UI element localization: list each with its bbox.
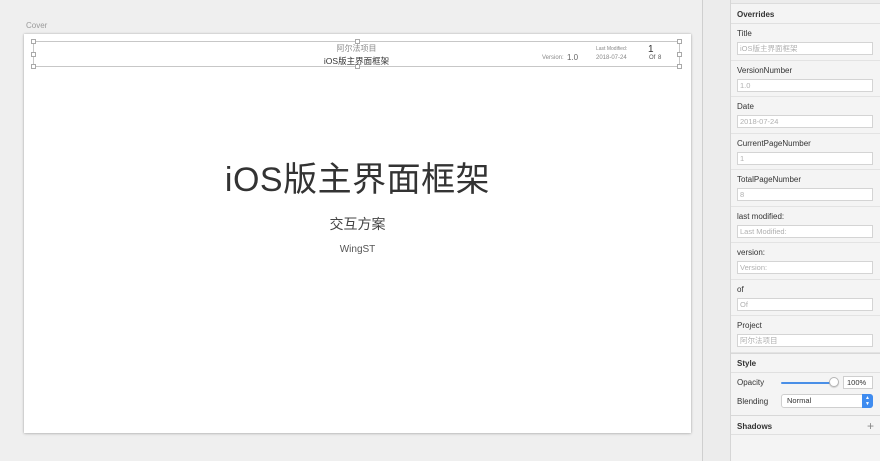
override-input[interactable]: Last Modified: (737, 224, 873, 238)
override-input[interactable]: Of (737, 297, 873, 311)
artboard-label[interactable]: Cover (26, 21, 47, 30)
document-subtitle: 交互方案 (329, 216, 386, 232)
header-version-value: 1.0 (567, 53, 579, 62)
header-version-label: Version: (542, 55, 564, 61)
chevron-updown-icon[interactable]: ▲ ▼ (862, 393, 873, 408)
overrides-header: Overrides (731, 4, 880, 24)
opacity-slider-knob[interactable] (829, 376, 839, 387)
override-item: Project 阿尔法项目 (731, 316, 880, 353)
opacity-slider-track[interactable] (781, 381, 835, 384)
override-label: version: (737, 248, 766, 257)
header-page-number: 1 (648, 44, 654, 55)
header-date: 2018-07-24 (596, 55, 627, 61)
override-item: of Of (731, 280, 880, 316)
blending-value: Normal (787, 395, 812, 405)
override-label: of (737, 284, 744, 294)
override-item: TotalPageNumber 8 (731, 170, 880, 207)
override-input[interactable]: 阿尔法项目 (737, 334, 873, 347)
override-label: Date (737, 102, 754, 111)
override-input[interactable]: 2018-07-24 (737, 115, 873, 128)
override-item: Title iOS版主界面框架 (731, 24, 880, 61)
inspector-panel: Overrides Title iOS版主界面框架 VersionNumber 1.0… (731, 0, 880, 461)
artboard-cover[interactable]: 阿尔法项目 iOS版主界面框架 Version: 1.0 Last Modifi… (24, 34, 691, 433)
override-label: Project (737, 321, 762, 330)
plus-icon[interactable]: + (867, 419, 874, 433)
override-input[interactable]: Version: (737, 261, 873, 274)
header-symbol[interactable]: 阿尔法项目 iOS版主界面框架 Version: 1.0 Last Modifi… (31, 39, 682, 69)
override-input[interactable]: 1 (737, 151, 873, 165)
override-item: version: Version: (731, 243, 880, 280)
override-label: last modified: (737, 211, 785, 221)
blending-row: Blending Normal ▲ ▼ (731, 392, 880, 411)
opacity-label: Opacity (737, 377, 765, 387)
opacity-input[interactable]: 100% (843, 375, 873, 389)
shadows-header: Shadows + (731, 414, 880, 435)
override-item: Date 2018-07-24 (731, 97, 880, 134)
override-input[interactable]: 1.0 (737, 78, 873, 92)
override-input[interactable]: 8 (737, 188, 873, 201)
opacity-row: Opacity 100% (731, 373, 880, 392)
header-title: iOS版主界面框架 (323, 56, 390, 66)
panel-splitter[interactable] (702, 0, 731, 461)
override-label: CurrentPageNumber (737, 138, 811, 148)
header-of-label: Of (649, 55, 656, 61)
header-last-modified-label: Last Modified: (596, 46, 628, 52)
blending-select[interactable]: Normal ▲ ▼ (781, 393, 873, 408)
header-project: 阿尔法项目 (336, 44, 377, 53)
override-label: Title (737, 29, 752, 38)
override-item: CurrentPageNumber 1 (731, 134, 880, 170)
header-total-pages: 8 (658, 55, 662, 61)
override-label: TotalPageNumber (737, 175, 802, 184)
canvas[interactable]: Cover 阿尔法项目 iOS版主界面框架 Version: 1.0 Last … (0, 0, 702, 461)
document-title: iOS版主界面框架 (224, 161, 491, 199)
override-item: VersionNumber 1.0 (731, 61, 880, 97)
shadows-label: Shadows (737, 421, 773, 431)
override-input[interactable]: iOS版主界面框架 (737, 42, 873, 55)
document-author: WingST (339, 244, 376, 255)
override-item: last modified: Last Modified: (731, 207, 880, 243)
blending-label: Blending (737, 396, 769, 406)
override-label: VersionNumber (737, 65, 793, 75)
overrides-list: Title iOS版主界面框架 VersionNumber 1.0 Date 2018-0… (731, 24, 880, 353)
style-header: Style (731, 352, 880, 373)
